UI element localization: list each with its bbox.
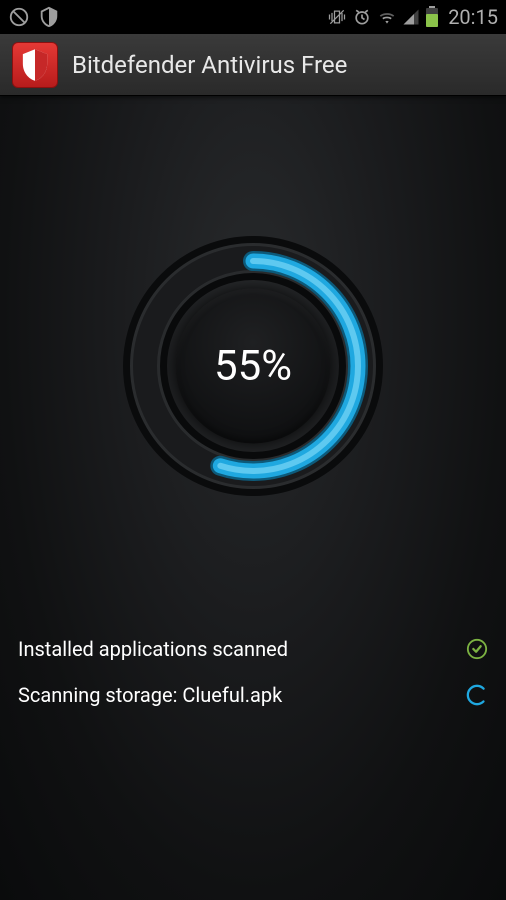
status-time: 20:15 — [448, 5, 498, 29]
vibrate-icon — [327, 7, 347, 27]
alarm-icon — [352, 7, 372, 27]
shield-notification-icon — [38, 6, 60, 28]
app-logo-icon — [12, 42, 58, 88]
no-entry-icon — [8, 6, 30, 28]
status-item-progress: Scanning storage: Clueful.apk — [18, 672, 488, 718]
progress-percent-text: 55% — [214, 342, 292, 391]
status-item-complete: Installed applications scanned — [18, 626, 488, 672]
signal-icon — [402, 8, 420, 26]
app-bar: Bitdefender Antivirus Free — [0, 34, 506, 96]
battery-icon — [425, 6, 439, 28]
status-left-icons — [8, 6, 60, 28]
progress-ring: 55% — [123, 236, 383, 496]
status-item-label: Scanning storage: Clueful.apk — [18, 683, 282, 707]
checkmark-circle-icon — [466, 638, 488, 660]
main-content: 55% Installed applications scanned Scann… — [0, 96, 506, 900]
system-status-bar: 20:15 — [0, 0, 506, 34]
spinner-icon — [466, 684, 488, 706]
wifi-icon — [377, 7, 397, 27]
progress-center: 55% — [176, 289, 331, 444]
status-item-label: Installed applications scanned — [18, 637, 288, 661]
status-right-icons: 20:15 — [327, 5, 498, 29]
app-title: Bitdefender Antivirus Free — [72, 51, 347, 79]
scan-status-list: Installed applications scanned Scanning … — [0, 626, 506, 718]
